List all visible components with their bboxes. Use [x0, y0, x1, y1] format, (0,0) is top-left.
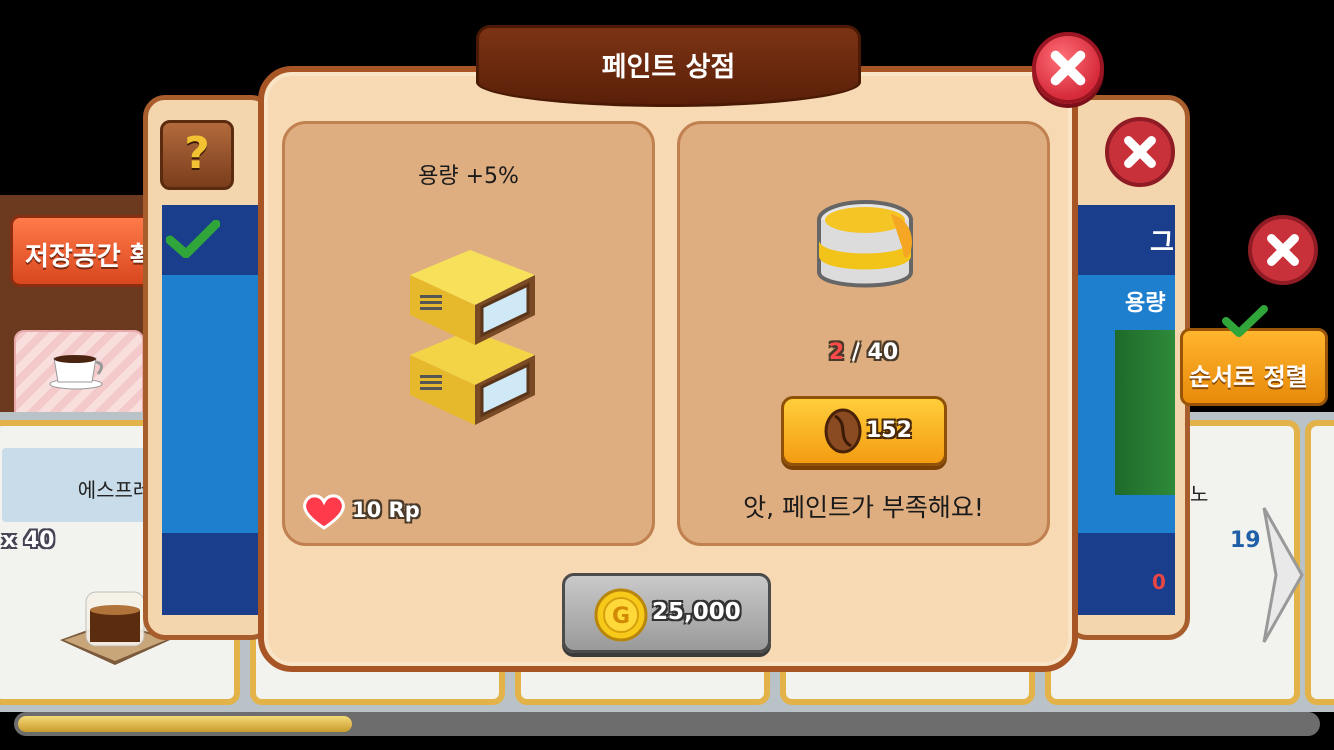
reward-points-label: 10 Rp: [352, 498, 420, 522]
paint-purchase-panel: [677, 121, 1050, 546]
green-shelf-icon: [1115, 330, 1175, 495]
coffee-bean-icon: [824, 408, 862, 454]
shelf-label-right: 노: [1190, 482, 1209, 506]
close-icon[interactable]: [1032, 32, 1104, 104]
paint-count: 2 / 40: [677, 340, 1050, 365]
paint-can-icon: [817, 200, 913, 288]
gold-coin-icon: G: [594, 588, 648, 642]
background-capacity-partial: 용량: [1125, 291, 1166, 316]
modal-title: 페인트 상점: [601, 52, 736, 83]
buy-price: 152: [866, 418, 912, 443]
check-icon: [166, 220, 220, 258]
paint-shortage-warning: 앗, 페인트가 부족해요!: [743, 493, 984, 522]
scrollbar-thumb[interactable]: [18, 716, 352, 732]
shelf-count-left: x 40: [2, 528, 55, 553]
svg-text:G: G: [612, 604, 630, 629]
close-icon[interactable]: [1248, 215, 1318, 285]
help-icon: ?: [184, 128, 210, 179]
shelf-card[interactable]: [1305, 420, 1334, 705]
gold-amount: 25,000: [652, 599, 741, 625]
buy-paint-button[interactable]: [781, 396, 947, 466]
storage-expand-button[interactable]: 저장공간 확: [10, 215, 160, 287]
capacity-label: 용량 +5%: [418, 164, 519, 189]
close-icon[interactable]: [1105, 117, 1175, 187]
paint-total: / 40: [851, 340, 899, 365]
check-icon: [1222, 305, 1268, 337]
paint-count-right: 0: [1152, 570, 1166, 594]
coffee-cup-icon: [49, 355, 103, 390]
background-blue-panel-left: [162, 205, 262, 615]
sort-button[interactable]: 순서로 정렬: [1180, 328, 1328, 406]
background-title-partial: 그: [1150, 228, 1174, 258]
shelf-icon: [410, 250, 535, 425]
help-button[interactable]: ?: [160, 120, 234, 190]
paint-current: 2: [828, 340, 845, 365]
heart-icon: [303, 494, 345, 530]
shelf-count-right: 19: [1230, 528, 1261, 553]
next-arrow-icon[interactable]: [1258, 500, 1308, 650]
